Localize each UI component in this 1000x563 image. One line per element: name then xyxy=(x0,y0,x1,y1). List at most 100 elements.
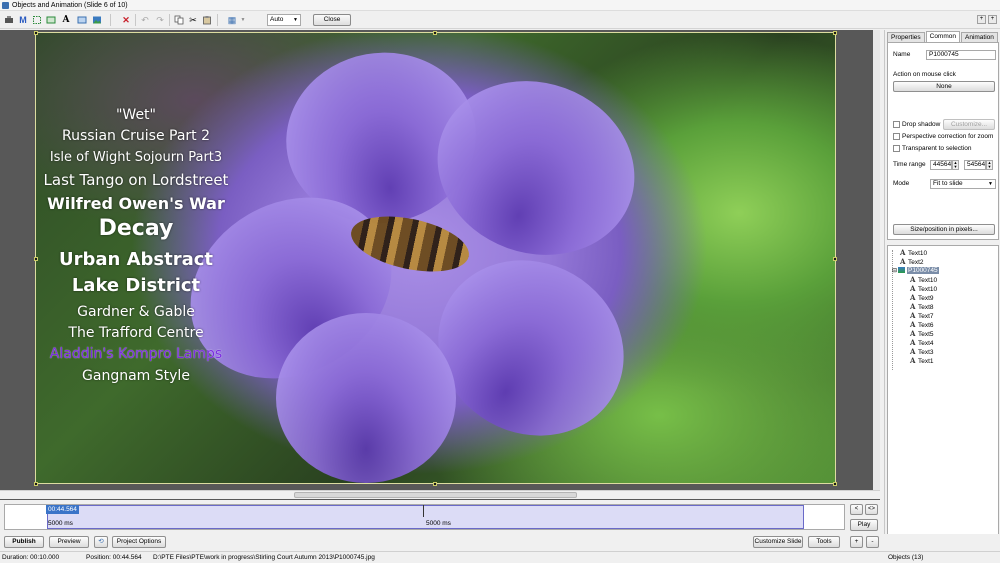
transparent-checkbox[interactable] xyxy=(893,145,900,152)
text-object-icon: A xyxy=(910,338,916,347)
add-object-icon[interactable] xyxy=(4,15,14,25)
image-icon[interactable] xyxy=(92,15,102,25)
chevron-down-icon[interactable]: ▼ xyxy=(238,15,248,25)
resize-handle[interactable] xyxy=(34,257,38,261)
tree-item[interactable]: A Text4 xyxy=(910,338,934,347)
tree-item[interactable]: A Text7 xyxy=(910,311,934,320)
play-button[interactable]: Play xyxy=(850,519,878,531)
tree-item-label: Text8 xyxy=(918,304,934,311)
slide-text-russian-cruise[interactable]: Russian Cruise Part 2 xyxy=(36,128,236,144)
resize-handle[interactable] xyxy=(833,482,837,486)
tree-item[interactable]: A Text10 xyxy=(910,275,937,284)
slide-text-lake-district[interactable]: Lake District xyxy=(36,275,236,296)
slide-text-aladdins-lamps[interactable]: Aladdin's Kompro Lamps xyxy=(36,346,236,362)
tab-animation[interactable]: Animation xyxy=(961,32,998,42)
size-position-button[interactable]: Size/position in pixels... xyxy=(893,224,995,235)
timeline-next-button[interactable]: <> xyxy=(865,504,878,515)
tree-item-label: Text6 xyxy=(918,322,934,329)
tab-common[interactable]: Common xyxy=(925,31,960,42)
restore-left-button[interactable]: + xyxy=(977,15,986,24)
slide-text-gardner-gable[interactable]: Gardner & Gable xyxy=(36,304,236,320)
timeline-prev-button[interactable]: < xyxy=(850,504,863,515)
status-bar: Duration: 00:10.000 Position: 00:44.564 … xyxy=(0,551,1000,563)
resize-handle[interactable] xyxy=(433,31,437,35)
tree-item-label: Text3 xyxy=(918,349,934,356)
customize-shadow-button[interactable]: Customize... xyxy=(943,119,995,130)
tree-item[interactable]: A Text5 xyxy=(910,329,934,338)
scrollbar-thumb[interactable] xyxy=(294,492,577,498)
time-start-spinner[interactable]: ▲ ▼ xyxy=(952,160,959,170)
preview-button[interactable]: Preview xyxy=(49,536,89,548)
cut-icon[interactable]: ✂ xyxy=(188,15,198,25)
slide-text-wet[interactable]: "Wet" xyxy=(36,107,236,123)
copy-icon[interactable] xyxy=(174,15,184,25)
timeline-duration-left: 5000 ms xyxy=(48,520,73,527)
button-icon[interactable] xyxy=(77,15,87,25)
slide-text-wilfred-owen[interactable]: Wilfred Owen's War xyxy=(36,194,236,213)
resize-handle[interactable] xyxy=(833,31,837,35)
text-object-icon: A xyxy=(910,329,916,338)
time-end-field[interactable]: 54564 xyxy=(964,160,986,170)
undo-icon[interactable]: ↶ xyxy=(140,15,150,25)
resize-handle[interactable] xyxy=(833,257,837,261)
close-button[interactable]: Close xyxy=(313,14,351,26)
text-m-icon[interactable]: M xyxy=(18,15,28,25)
tree-item[interactable]: A Text9 xyxy=(910,293,934,302)
slide-text-decay[interactable]: Decay xyxy=(36,216,236,241)
tree-item-label: Text7 xyxy=(918,313,934,320)
tools-button[interactable]: Tools xyxy=(808,536,840,548)
remove-button[interactable]: - xyxy=(866,536,879,548)
grid-icon[interactable]: ▦ xyxy=(227,15,237,25)
toolbar-separator xyxy=(169,14,170,26)
timeline-track[interactable] xyxy=(4,504,845,530)
tree-item[interactable]: A Text2 xyxy=(900,257,924,266)
add-button[interactable]: + xyxy=(850,536,863,548)
refresh-icon[interactable]: ⟲ xyxy=(94,536,108,548)
window-title: Objects and Animation (Slide 6 of 10) xyxy=(12,2,128,9)
time-start-field[interactable]: 44564 xyxy=(930,160,952,170)
tree-item[interactable]: A Text10 xyxy=(900,248,927,257)
title-bar: Objects and Animation (Slide 6 of 10) xyxy=(0,0,1000,11)
perspective-checkbox[interactable] xyxy=(893,133,900,140)
resize-handle[interactable] xyxy=(34,31,38,35)
restore-right-button[interactable]: + xyxy=(988,15,997,24)
drop-shadow-checkbox[interactable] xyxy=(893,121,900,128)
action-label: Action on mouse click xyxy=(893,71,956,78)
toolbar: M A ✕ ↶ ↷ ✂ ▦ ▼ Auto ▼ Close + + xyxy=(0,11,1000,29)
time-end-spinner[interactable]: ▲ ▼ xyxy=(986,160,993,170)
redo-icon[interactable]: ↷ xyxy=(155,15,165,25)
time-range-label: Time range xyxy=(893,161,926,168)
tree-item[interactable]: A Text1 xyxy=(910,356,934,365)
tree-item[interactable]: A Text3 xyxy=(910,347,934,356)
rectangle-frame-icon[interactable] xyxy=(32,15,42,25)
text-a-icon[interactable]: A xyxy=(61,15,71,25)
publish-button[interactable]: Publish xyxy=(4,536,44,548)
transparent-label: Transparent to selection xyxy=(902,145,972,152)
customize-slide-button[interactable]: Customize Slide xyxy=(753,536,803,548)
mode-select[interactable]: Fit to slide ▼ xyxy=(930,179,996,189)
tab-properties[interactable]: Properties xyxy=(887,32,925,42)
stage-horizontal-scrollbar[interactable] xyxy=(0,490,880,499)
zoom-select[interactable]: Auto ▼ xyxy=(267,14,301,26)
text-object-icon: A xyxy=(900,248,906,257)
tree-item[interactable]: A Text6 xyxy=(910,320,934,329)
slide-text-isle-of-wight[interactable]: Isle of Wight Sojourn Part3 xyxy=(36,150,236,165)
tree-item-selected[interactable]: ⊟ P1000745 xyxy=(892,266,939,275)
frame-icon[interactable] xyxy=(46,15,56,25)
action-button[interactable]: None xyxy=(893,81,995,92)
slide-image[interactable]: "Wet" Russian Cruise Part 2 Isle of Wigh… xyxy=(36,33,835,483)
paste-icon[interactable] xyxy=(202,15,212,25)
slide-text-last-tango[interactable]: Last Tango on Lordstreet xyxy=(36,171,236,189)
tree-item[interactable]: A Text10 xyxy=(910,284,937,293)
name-field[interactable]: P1000745 xyxy=(926,50,996,60)
resize-handle[interactable] xyxy=(433,482,437,486)
stage-vertical-scrollbar[interactable] xyxy=(873,30,880,490)
project-options-button[interactable]: Project Options xyxy=(112,536,166,548)
delete-icon[interactable]: ✕ xyxy=(121,15,131,25)
resize-handle[interactable] xyxy=(34,482,38,486)
slide-text-trafford-centre[interactable]: The Trafford Centre xyxy=(36,325,236,341)
slide-text-gangnam-style[interactable]: Gangnam Style xyxy=(36,368,236,384)
tree-item[interactable]: A Text8 xyxy=(910,302,934,311)
timeline-marker[interactable] xyxy=(423,505,424,517)
slide-text-urban-abstract[interactable]: Urban Abstract xyxy=(36,249,236,270)
